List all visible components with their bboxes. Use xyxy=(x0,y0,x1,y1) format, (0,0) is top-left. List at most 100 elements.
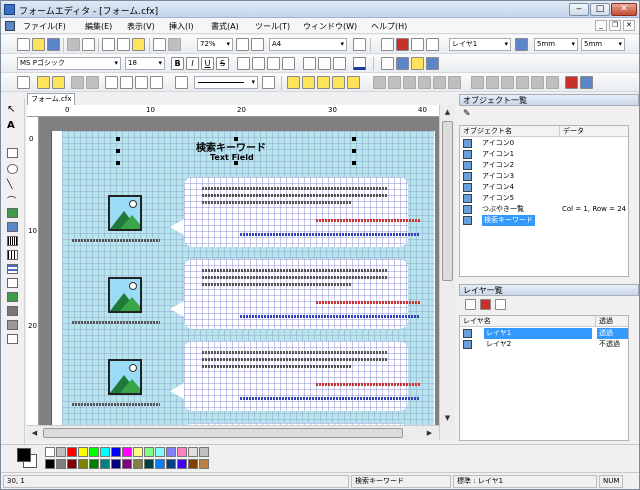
scroll-up-icon[interactable]: ▲ xyxy=(441,106,454,119)
pen-icon[interactable] xyxy=(175,76,188,89)
polyline-tool-icon[interactable]: ⌒ xyxy=(7,194,18,207)
layer-order-icon[interactable] xyxy=(426,38,439,51)
color-swatch[interactable] xyxy=(155,447,165,457)
grid-y-select[interactable]: 5mm xyxy=(581,38,625,51)
color-swatch[interactable] xyxy=(111,459,121,469)
copy-icon[interactable] xyxy=(117,38,130,51)
ungroup-icon[interactable] xyxy=(332,76,345,89)
tweet-bubble-2[interactable] xyxy=(170,259,420,329)
rect-outline-icon[interactable] xyxy=(17,76,30,89)
valign-top-icon[interactable] xyxy=(303,57,316,70)
object-row[interactable]: アイコン5 xyxy=(460,193,628,204)
scroll-down-icon[interactable]: ▼ xyxy=(441,412,454,425)
menu-edit[interactable]: 編集(E) xyxy=(85,21,112,32)
scroll-right-icon[interactable]: ▶ xyxy=(423,427,436,440)
layer-props-icon[interactable] xyxy=(411,38,424,51)
shape-2-icon[interactable] xyxy=(86,76,99,89)
color-swatch[interactable] xyxy=(122,459,132,469)
same-size-icon[interactable] xyxy=(531,76,544,89)
align-right-icon[interactable] xyxy=(267,57,280,70)
menu-window[interactable]: ウィンドウ(W) xyxy=(303,21,357,32)
align-obj-middle-icon[interactable] xyxy=(433,76,446,89)
italic-button[interactable]: I xyxy=(186,57,199,70)
object-row-selected[interactable]: 検索キーワード xyxy=(460,215,628,226)
color-swatch[interactable] xyxy=(100,447,110,457)
color-swatch[interactable] xyxy=(89,459,99,469)
avatar-image-3[interactable] xyxy=(108,359,142,395)
highlight-icon[interactable] xyxy=(52,76,65,89)
object-row[interactable]: アイコン3 xyxy=(460,171,628,182)
color-swatch[interactable] xyxy=(188,447,198,457)
grid-icon[interactable] xyxy=(381,57,394,70)
grid-x-select[interactable]: 5mm xyxy=(534,38,578,51)
color-swatch[interactable] xyxy=(155,459,165,469)
center-page-icon[interactable] xyxy=(546,76,559,89)
strike-button[interactable]: S xyxy=(216,57,229,70)
color-swatch[interactable] xyxy=(67,447,77,457)
undo-icon[interactable] xyxy=(153,38,166,51)
color-swatch[interactable] xyxy=(166,459,176,469)
color-swatch[interactable] xyxy=(67,459,77,469)
border-icon[interactable] xyxy=(426,57,439,70)
mdi-restore-icon[interactable]: ❐ xyxy=(609,20,621,31)
color-swatch[interactable] xyxy=(89,447,99,457)
snap-grid-icon[interactable] xyxy=(515,38,528,51)
menu-view[interactable]: 表示(V) xyxy=(127,21,155,32)
menu-insert[interactable]: 挿入(I) xyxy=(169,21,194,32)
line-tool-icon[interactable]: ╲ xyxy=(7,180,18,190)
avatar-image-1[interactable] xyxy=(108,195,142,231)
add-layer-icon[interactable] xyxy=(465,299,476,310)
color-swatch[interactable] xyxy=(177,459,187,469)
table-tool-icon[interactable] xyxy=(7,278,18,288)
avatar-image-2[interactable] xyxy=(108,277,142,313)
maximize-button[interactable]: □ xyxy=(590,3,610,16)
object-row[interactable]: アイコン2 xyxy=(460,160,628,171)
distribute-v-icon[interactable] xyxy=(486,76,499,89)
object-row[interactable]: アイコン1 xyxy=(460,149,628,160)
arrange-icon[interactable] xyxy=(347,76,360,89)
copy-layer-icon[interactable] xyxy=(495,299,506,310)
layer-select[interactable]: レイヤ1 xyxy=(449,38,511,51)
align-obj-left-icon[interactable] xyxy=(373,76,386,89)
color-swatch[interactable] xyxy=(144,459,154,469)
field-tool-icon[interactable] xyxy=(7,334,18,344)
bring-front-icon[interactable] xyxy=(287,76,300,89)
tweet-bubble-3[interactable] xyxy=(170,341,420,411)
same-width-icon[interactable] xyxy=(501,76,514,89)
new-icon[interactable] xyxy=(17,38,30,51)
run-icon[interactable] xyxy=(565,76,578,89)
color-swatch[interactable] xyxy=(78,459,88,469)
text-tool-icon[interactable]: A xyxy=(7,120,18,131)
menu-format[interactable]: 書式(A) xyxy=(211,21,239,32)
menu-file[interactable]: ファイル(F) xyxy=(23,21,66,32)
remove-layer-icon[interactable] xyxy=(480,299,491,310)
rect-tool-icon[interactable] xyxy=(7,148,18,158)
canvas-horizontal-scrollbar[interactable]: ◀ ▶ xyxy=(27,425,439,440)
color-swatch[interactable] xyxy=(199,447,209,457)
object-row[interactable]: つぶやき一覧 Col = 1, Row = 24 xyxy=(460,204,628,215)
color-swatch[interactable] xyxy=(56,447,66,457)
font-name-select[interactable]: MS Pゴシック xyxy=(17,57,121,70)
color-swatch[interactable] xyxy=(122,447,132,457)
align-left-icon[interactable] xyxy=(237,57,250,70)
bold-button[interactable]: B xyxy=(171,57,184,70)
paste-icon[interactable] xyxy=(132,38,145,51)
object-props-icon[interactable]: ✎ xyxy=(463,109,475,121)
object-row[interactable]: アイコン4 xyxy=(460,182,628,193)
cols-3-icon[interactable] xyxy=(135,76,148,89)
scroll-h-thumb[interactable] xyxy=(43,428,403,438)
color-swatch[interactable] xyxy=(56,459,66,469)
menu-help[interactable]: ヘルプ(H) xyxy=(371,21,407,32)
distribute-h-icon[interactable] xyxy=(471,76,484,89)
print-icon[interactable] xyxy=(67,38,80,51)
fill-color-icon[interactable] xyxy=(37,76,50,89)
group-icon[interactable] xyxy=(317,76,330,89)
align-obj-center-icon[interactable] xyxy=(388,76,401,89)
valign-bottom-icon[interactable] xyxy=(333,57,346,70)
list-tool-icon[interactable] xyxy=(7,264,18,274)
color-swatch[interactable] xyxy=(45,459,55,469)
fill-icon[interactable] xyxy=(411,57,424,70)
align-obj-right-icon[interactable] xyxy=(403,76,416,89)
picture-tool-icon[interactable] xyxy=(7,292,18,302)
valign-middle-icon[interactable] xyxy=(318,57,331,70)
